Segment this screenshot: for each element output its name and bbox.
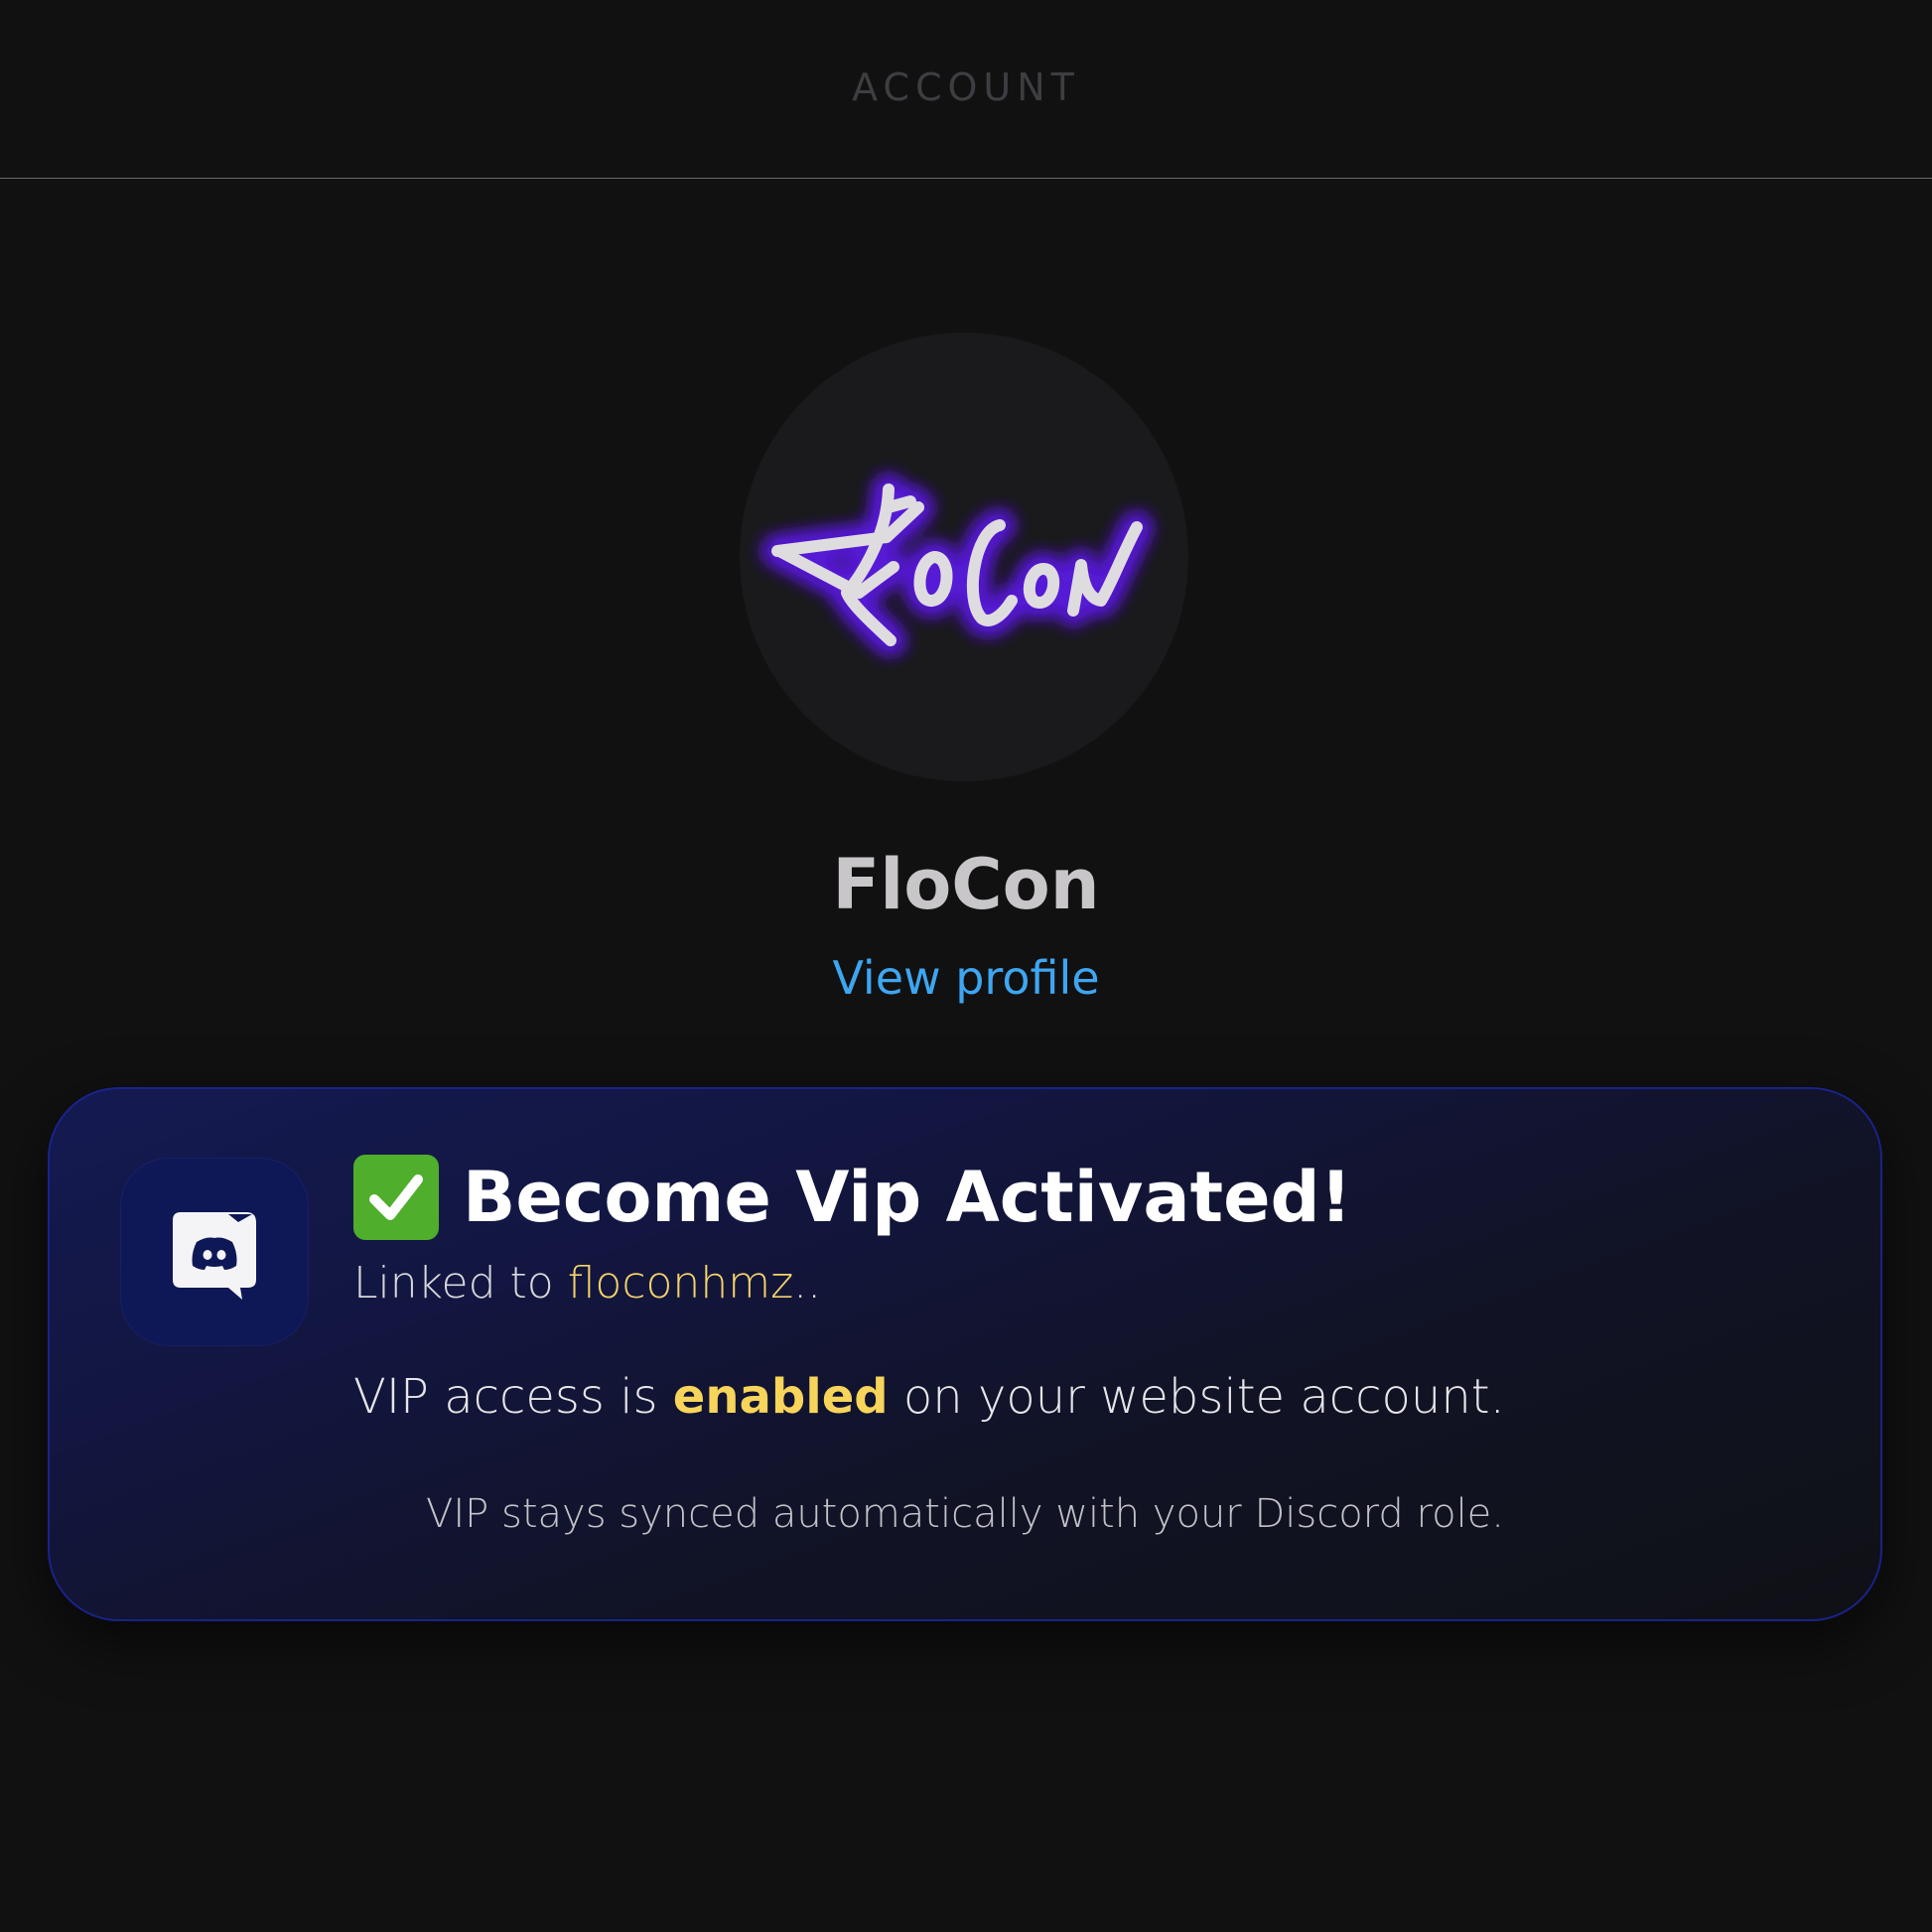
linked-username: floconhmz [567, 1258, 794, 1309]
discord-icon-tile [121, 1159, 308, 1345]
discord-icon [173, 1212, 256, 1300]
vip-title: Become Vip Activated! [463, 1157, 1352, 1238]
vip-status-card: Become Vip Activated! Linked to floconhm… [48, 1087, 1882, 1621]
account-page: ACCOUNT FloCon View profile Become Vip A… [0, 0, 1932, 1932]
linked-prefix: Linked to [353, 1258, 568, 1309]
linked-suffix: .. [793, 1258, 822, 1309]
vip-access-line: VIP access is enabled on your website ac… [353, 1369, 1505, 1425]
linked-account-line: Linked to floconhmz.. [353, 1258, 821, 1309]
header: ACCOUNT [0, 0, 1932, 179]
view-profile-link[interactable]: View profile [0, 951, 1932, 1005]
check-mark-icon [353, 1155, 439, 1240]
access-suffix: on your website account. [888, 1369, 1505, 1425]
access-prefix: VIP access is [353, 1369, 673, 1425]
page-title: ACCOUNT [852, 66, 1080, 109]
profile-name: FloCon [832, 844, 1100, 925]
vip-title-row: Become Vip Activated! [353, 1155, 1352, 1240]
avatar[interactable] [740, 333, 1188, 781]
flocon-logo [764, 477, 1150, 653]
sync-note: VIP stays synced automatically with your… [425, 1491, 1504, 1537]
access-status: enabled [672, 1369, 889, 1425]
